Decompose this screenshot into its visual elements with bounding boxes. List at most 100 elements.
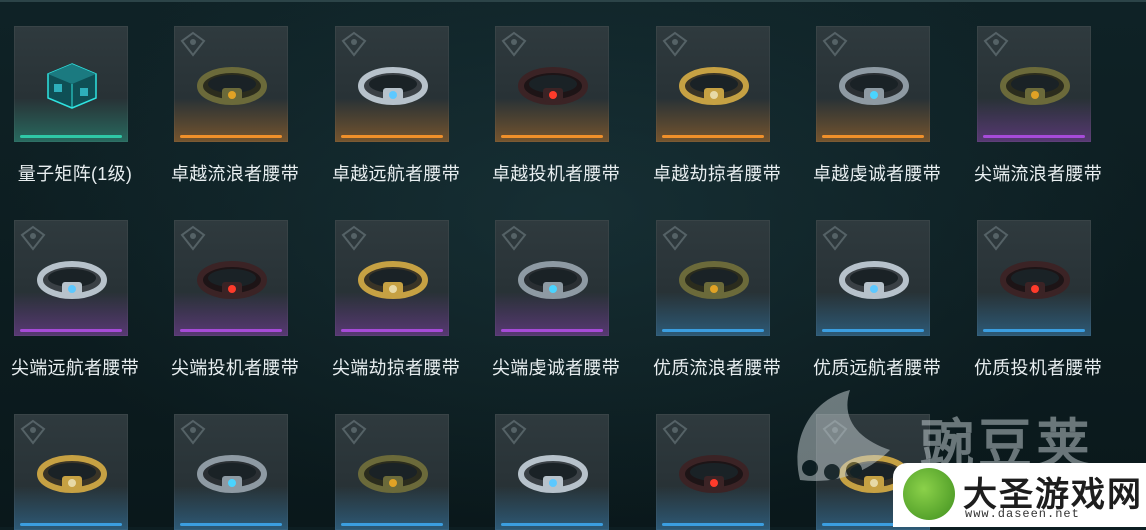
faction-emblem-icon [662,31,688,57]
belt-icon [679,67,749,105]
item-card[interactable] [335,414,449,530]
item-card[interactable] [656,414,770,530]
rarity-bar [983,329,1085,332]
rarity-bar [501,523,603,526]
rarity-bar [662,329,764,332]
faction-emblem-icon [662,419,688,445]
rarity-corner [278,220,288,230]
rarity-bar [662,135,764,138]
rarity-bar [662,523,764,526]
belt-icon [518,67,588,105]
rarity-bar [341,135,443,138]
faction-emblem-icon [983,225,1009,251]
belt-icon [197,455,267,493]
item-label: 卓越投机者腰带 [491,164,621,184]
rarity-corner [118,220,128,230]
item-card[interactable] [816,220,930,336]
item-label: 卓越虔诚者腰带 [812,164,942,184]
belt-icon [358,67,428,105]
faction-emblem-icon [20,225,46,251]
faction-emblem-icon [341,31,367,57]
item-card[interactable] [495,26,609,142]
item-card[interactable] [656,26,770,142]
rarity-corner [599,220,609,230]
site-logo-icon [903,468,955,520]
rarity-corner [439,414,449,424]
item-label: 量子矩阵(1级) [17,164,133,184]
belt-icon [839,261,909,299]
faction-emblem-icon [501,225,527,251]
item-label: 卓越远航者腰带 [331,164,461,184]
rarity-corner [599,414,609,424]
belt-icon [358,261,428,299]
item-card[interactable] [656,220,770,336]
site-logo[interactable]: 大圣游戏网 www.daseen.net [893,463,1146,527]
faction-emblem-icon [822,225,848,251]
faction-emblem-icon [180,419,206,445]
item-card[interactable] [495,220,609,336]
item-card[interactable] [977,220,1091,336]
item-card[interactable] [495,414,609,530]
item-card[interactable] [174,26,288,142]
rarity-bar [20,329,122,332]
item-card[interactable] [14,414,128,530]
belt-icon [37,261,107,299]
item-label: 卓越流浪者腰带 [170,164,300,184]
rarity-bar [180,523,282,526]
rarity-corner [278,26,288,36]
rarity-bar [822,329,924,332]
rarity-bar [180,135,282,138]
rarity-corner [760,26,770,36]
belt-icon [839,67,909,105]
rarity-bar [341,523,443,526]
rarity-corner [118,26,128,36]
site-logo-url: www.daseen.net [965,507,1080,521]
faction-emblem-icon [20,419,46,445]
rarity-bar [983,135,1085,138]
rarity-bar [20,135,122,138]
rarity-corner [439,220,449,230]
item-card[interactable] [816,26,930,142]
rarity-bar [501,135,603,138]
rarity-bar [341,329,443,332]
item-label: 尖端远航者腰带 [10,358,140,378]
item-label: 尖端流浪者腰带 [973,164,1103,184]
item-label: 尖端劫掠者腰带 [331,358,461,378]
item-label: 卓越劫掠者腰带 [652,164,782,184]
faction-emblem-icon [822,31,848,57]
quantum-cube-icon [47,63,97,109]
watermark-logo-icon [797,390,890,481]
belt-icon [518,455,588,493]
belt-icon [197,261,267,299]
rarity-corner [760,220,770,230]
item-card[interactable] [977,26,1091,142]
rarity-corner [599,26,609,36]
faction-emblem-icon [501,419,527,445]
rarity-bar [501,329,603,332]
item-card[interactable] [335,220,449,336]
rarity-bar [822,135,924,138]
item-card[interactable] [335,26,449,142]
belt-icon [679,261,749,299]
belt-icon [679,455,749,493]
rarity-corner [760,414,770,424]
item-card[interactable] [14,26,128,142]
belt-icon [197,67,267,105]
faction-emblem-icon [662,225,688,251]
faction-emblem-icon [501,31,527,57]
faction-emblem-icon [180,225,206,251]
item-card[interactable] [174,220,288,336]
faction-emblem-icon [341,225,367,251]
belt-icon [518,261,588,299]
belt-icon [1000,261,1070,299]
item-card[interactable] [174,414,288,530]
rarity-bar [20,523,122,526]
item-label: 优质投机者腰带 [973,358,1103,378]
rarity-bar [180,329,282,332]
item-card[interactable] [14,220,128,336]
belt-icon [358,455,428,493]
rarity-corner [920,220,930,230]
rarity-corner [118,414,128,424]
faction-emblem-icon [180,31,206,57]
rarity-corner [278,414,288,424]
